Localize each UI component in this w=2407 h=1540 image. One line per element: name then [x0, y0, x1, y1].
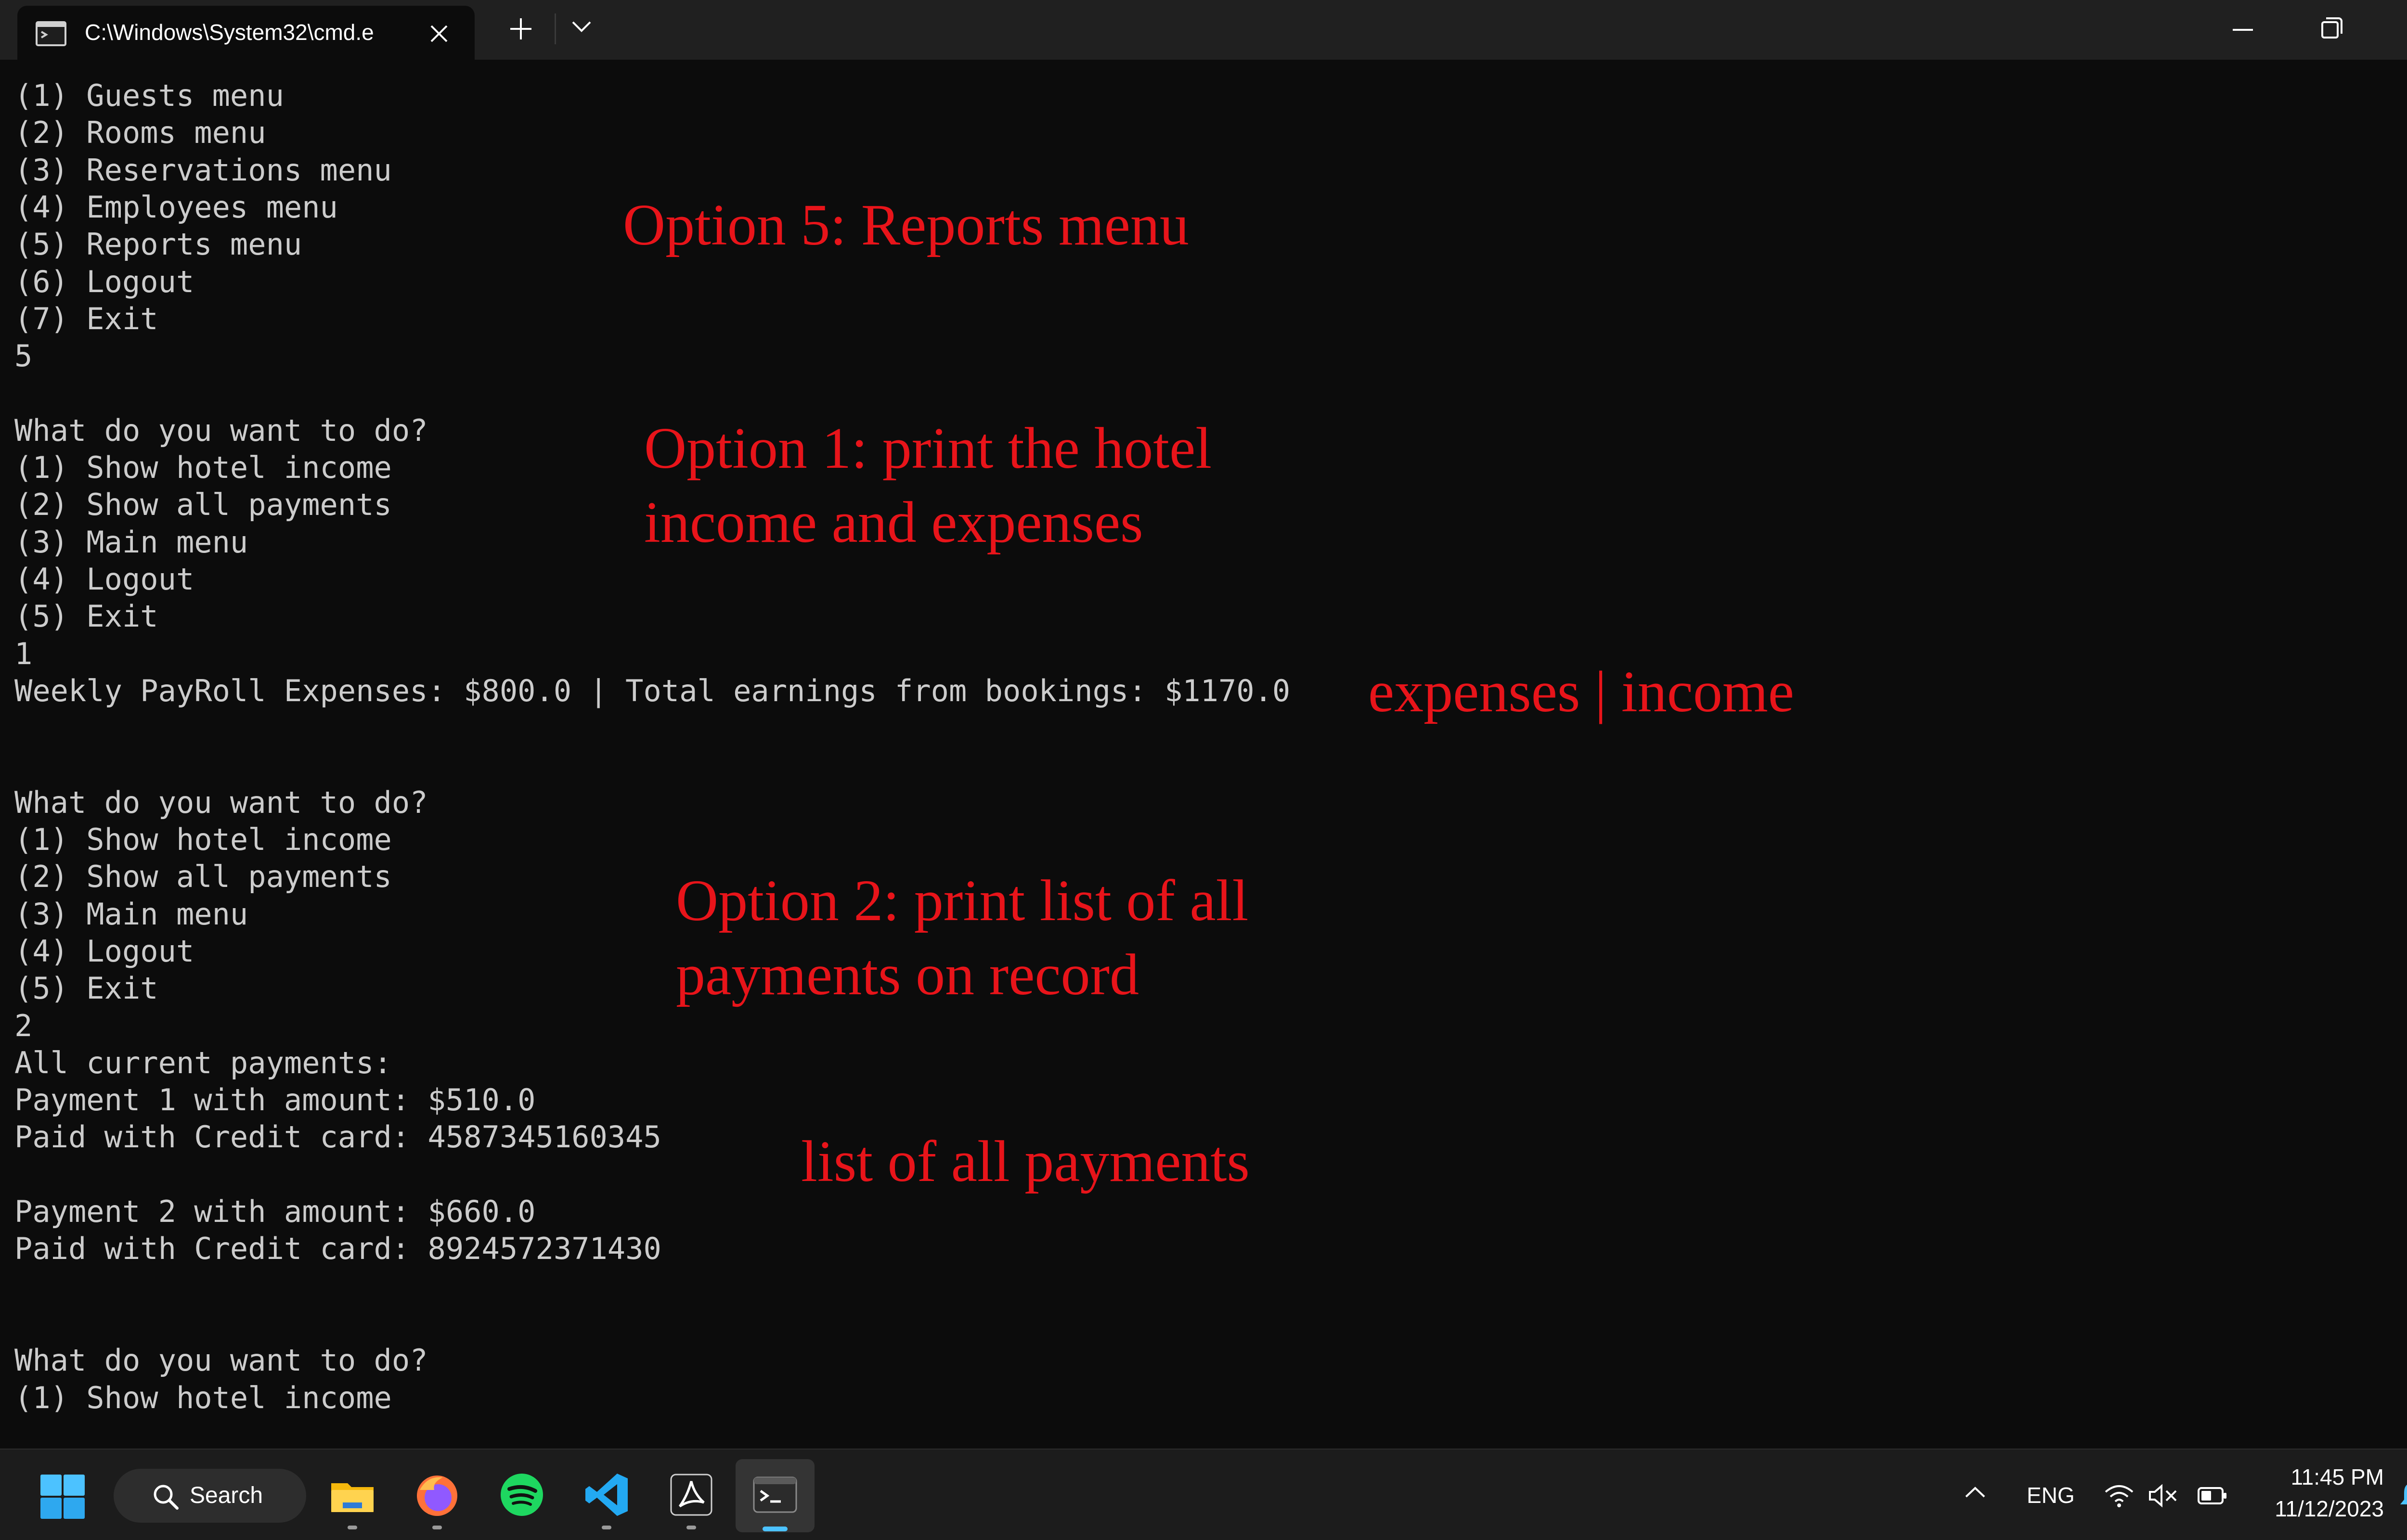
terminal-line: (5) Exit: [14, 599, 158, 634]
spotify-icon[interactable]: [498, 1471, 546, 1519]
terminal-line: Weekly PayRoll Expenses: $800.0 | Total …: [14, 673, 1291, 708]
restore-icon[interactable]: [2320, 16, 2343, 42]
terminal-icon[interactable]: [751, 1471, 799, 1519]
minimize-icon[interactable]: [2232, 15, 2254, 40]
clock-date[interactable]: 11/12/2023: [2254, 1496, 2384, 1522]
terminal-line: All current payments:: [14, 1045, 392, 1080]
notification-bell-icon[interactable]: [2398, 1481, 2407, 1513]
terminal-line: Payment 1 with amount: $510.0: [14, 1082, 536, 1118]
terminal-line: (1) Show hotel income: [14, 450, 392, 485]
volume-muted-icon[interactable]: [2148, 1483, 2179, 1511]
terminal-line: Payment 2 with amount: $660.0: [14, 1194, 536, 1229]
terminal-line: What do you want to do?: [14, 1343, 428, 1378]
running-indicator: [686, 1526, 696, 1529]
terminal-line: (3) Reservations menu: [14, 152, 392, 188]
terminal-line: Paid with Credit card: 4587345160345: [14, 1119, 661, 1155]
terminal-line: (5) Reports menu: [14, 227, 302, 262]
terminal-line: (1) Show hotel income: [14, 1380, 392, 1415]
cmd-icon: [36, 21, 66, 49]
vscode-icon[interactable]: [582, 1471, 631, 1519]
clock-time[interactable]: 11:45 PM: [2261, 1464, 2384, 1490]
terminal-line: (1) Show hotel income: [14, 822, 392, 857]
windows-start-icon[interactable]: [39, 1474, 86, 1522]
annotation-list-payments: list of all payments: [801, 1129, 1250, 1194]
running-indicator: [348, 1526, 357, 1529]
chevron-up-icon[interactable]: [1964, 1485, 1986, 1502]
search-icon: [152, 1483, 179, 1513]
running-indicator: [432, 1526, 442, 1529]
title-bar: C:\Windows\System32\cmd.e: [0, 0, 2407, 60]
running-indicator: [602, 1526, 611, 1529]
terminal-line: 2: [14, 1008, 33, 1043]
annotation-option2-line2: payments on record: [676, 942, 1139, 1007]
terminal-line: (4) Logout: [14, 933, 194, 969]
language-indicator[interactable]: ENG: [2027, 1482, 2075, 1508]
annotation-expenses-income: expenses | income: [1368, 659, 1794, 724]
file-explorer-icon[interactable]: [328, 1471, 376, 1519]
battery-icon[interactable]: [2197, 1485, 2228, 1509]
terminal-line: (1) Guests menu: [14, 78, 284, 113]
annotation-option1-line1: Option 1: print the hotel: [644, 416, 1212, 481]
firefox-icon[interactable]: [413, 1471, 461, 1519]
terminal-line: (4) Logout: [14, 561, 194, 597]
active-indicator: [763, 1527, 788, 1531]
search-label: Search: [190, 1483, 263, 1508]
terminal-line: (2) Show all payments: [14, 487, 392, 523]
search-button[interactable]: Search: [114, 1469, 306, 1523]
screen: C:\Windows\System32\cmd.e (1) Guests men…: [0, 0, 2407, 1540]
wifi-icon[interactable]: [2104, 1483, 2135, 1511]
terminal-output[interactable]: (1) Guests menu (2) Rooms menu (3) Reserva…: [0, 60, 2407, 1449]
chevron-down-icon[interactable]: [571, 19, 592, 36]
divider: [555, 13, 556, 44]
terminal-line: 1: [14, 636, 33, 671]
plus-icon[interactable]: [508, 16, 533, 44]
terminal-line: (3) Main menu: [14, 524, 248, 560]
acrobat-icon[interactable]: [667, 1471, 715, 1519]
annotation-option2-line1: Option 2: print list of all: [676, 868, 1249, 933]
terminal-line: (2) Show all payments: [14, 859, 392, 895]
terminal-line: (7) Exit: [14, 301, 158, 336]
close-icon[interactable]: [427, 22, 451, 48]
terminal-line: (6) Logout: [14, 264, 194, 299]
tab-cmd[interactable]: C:\Windows\System32\cmd.e: [17, 6, 475, 60]
terminal-line: 5: [14, 338, 33, 374]
terminal-line: (5) Exit: [14, 971, 158, 1006]
taskbar: Search ENG 11:45 PM 11/12/2023: [0, 1449, 2407, 1540]
terminal-line: (2) Rooms menu: [14, 115, 266, 151]
terminal-line: What do you want to do?: [14, 412, 428, 448]
annotation-option1-line2: income and expenses: [644, 490, 1143, 555]
terminal-line: Paid with Credit card: 8924572371430: [14, 1231, 661, 1267]
tab-title: C:\Windows\System32\cmd.e: [85, 20, 374, 45]
terminal-line: (3) Main menu: [14, 896, 248, 932]
annotation-option5: Option 5: Reports menu: [623, 192, 1189, 257]
terminal-line: (4) Employees menu: [14, 189, 338, 225]
terminal-line: What do you want to do?: [14, 784, 428, 820]
